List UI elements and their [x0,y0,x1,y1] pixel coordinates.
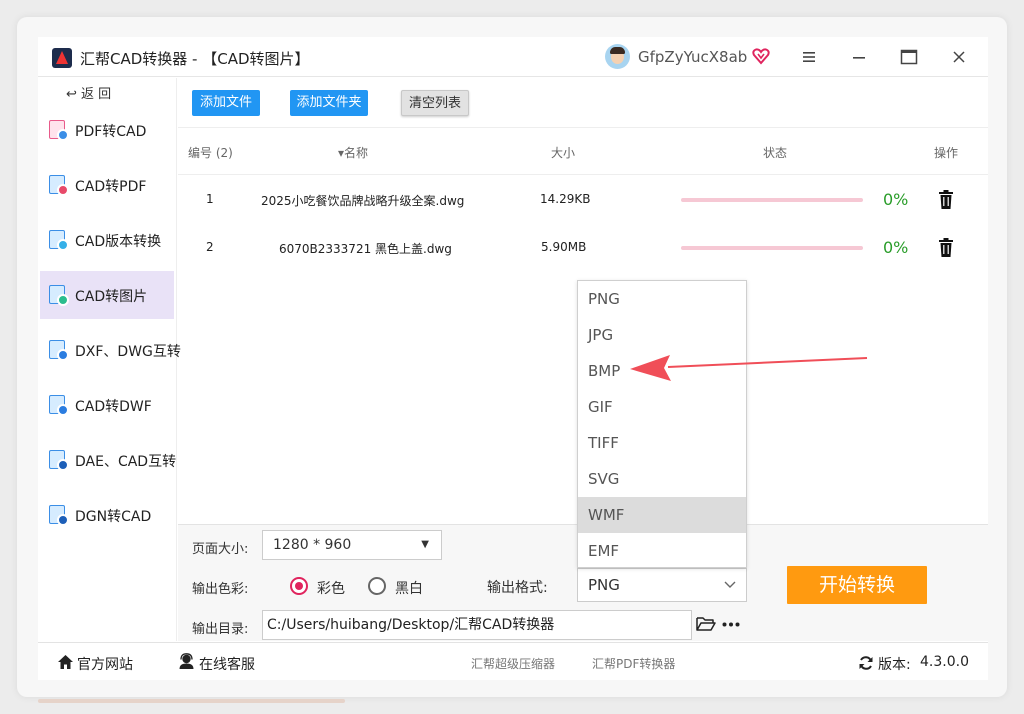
super-compressor-link[interactable]: 汇帮超级压缩器 [471,655,555,672]
taskbar-strip [38,699,345,703]
output-dir-input[interactable]: C:/Users/huibang/Desktop/汇帮CAD转换器 [262,610,692,640]
delete-icon[interactable] [938,190,954,209]
format-option-png[interactable]: PNG [578,281,746,317]
minimize-icon[interactable] [846,45,872,69]
sidebar-item-label: DXF、DWG互转 [75,344,181,360]
app-window: 汇帮CAD转换器 - 【CAD转图片】 GfpZyYucX8ab ↩ 返 回 P… [38,37,988,680]
maximize-icon[interactable] [896,45,922,69]
color-radio-bw[interactable] [368,577,386,595]
caret-down-icon: ▼ [421,539,429,550]
column-size[interactable]: 大小 [551,144,575,161]
add-folder-button[interactable]: 添加文件夹 [290,90,368,116]
table-header: 编号 (2) ▾名称 大小 状态 操作 [178,127,988,175]
app-logo-icon [52,48,72,68]
sidebar-item-label: CAD版本转换 [75,234,162,250]
format-dropdown-list: PNG JPG BMP GIF TIFF SVG WMF EMF [577,280,747,568]
vip-heart-icon[interactable] [752,47,770,65]
delete-icon[interactable] [938,238,954,257]
sidebar-item-label: DGN转CAD [75,509,152,525]
bw-option-label: 黑白 [395,581,423,597]
format-value: PNG [588,576,620,594]
pdf-to-cad-icon [49,120,69,141]
sidebar-item-label: CAD转图片 [75,289,148,305]
sidebar-item-label: DAE、CAD互转 [75,454,177,470]
sidebar-item-cad-to-pdf[interactable]: CAD转PDF [40,161,174,209]
user-avatar[interactable] [605,44,630,69]
row-size: 5.90MB [541,240,587,254]
color-radio-color[interactable] [290,577,308,595]
cad-to-dwf-icon [49,395,69,416]
format-option-emf[interactable]: EMF [578,533,746,569]
row-filename: 2025小吃餐饮品牌战略升级全案.dwg [261,194,465,208]
page-size-label: 页面大小: [192,542,249,557]
table-row[interactable]: 2 6070B2333721 黑色上盖.dwg 5.90MB 0% [178,224,988,272]
dae-cad-icon [49,450,69,471]
row-size: 14.29KB [540,192,591,206]
table-row[interactable]: 1 2025小吃餐饮品牌战略升级全案.dwg 14.29KB 0% [178,176,988,224]
page-size-select[interactable]: 1280 * 960 ▼ [262,530,442,560]
username[interactable]: GfpZyYucX8ab [638,48,747,66]
more-icon[interactable] [722,622,740,627]
back-button[interactable]: ↩ 返 回 [66,83,111,102]
cad-to-image-icon [49,285,69,306]
pdf-converter-link[interactable]: 汇帮PDF转换器 [592,655,675,672]
column-name[interactable]: ▾名称 [338,144,368,161]
annotation-arrow [630,355,868,381]
format-option-svg[interactable]: SVG [578,461,746,497]
column-status: 状态 [763,146,788,160]
color-option-label: 彩色 [317,581,345,597]
window-title: 汇帮CAD转换器 - 【CAD转图片】 [80,50,310,68]
refresh-icon[interactable] [858,655,874,671]
format-option-gif[interactable]: GIF [578,389,746,425]
row-number: 1 [206,192,214,206]
format-option-tiff[interactable]: TIFF [578,425,746,461]
official-website-link[interactable]: 官方网站 [77,654,133,674]
home-icon [58,655,73,669]
customer-service-icon [179,653,194,669]
color-label: 输出色彩: [192,582,249,597]
add-file-button[interactable]: 添加文件 [192,90,260,116]
output-dir-label: 输出目录: [192,622,249,637]
dgn-to-cad-icon [49,505,69,526]
footer: 官方网站 在线客服 汇帮超级压缩器 汇帮PDF转换器 版本: 4.3.0.0 [38,642,988,680]
format-label: 输出格式: [487,580,548,596]
progress-percent: 0% [883,238,909,257]
format-select[interactable]: PNG [577,568,747,602]
progress-bar [681,246,863,250]
chevron-down-icon [724,581,736,588]
page-size-value: 1280 * 960 [273,537,352,553]
sidebar: ↩ 返 回 PDF转CAD CAD转PDF CAD版本转换 CAD转图片 DXF… [38,78,181,641]
sidebar-item-label: CAD转PDF [75,179,147,195]
clear-list-button[interactable]: 清空列表 [401,90,469,116]
cad-to-pdf-icon [49,175,69,196]
progress-bar [681,198,863,202]
menu-icon[interactable] [796,45,822,69]
close-icon[interactable] [946,45,972,69]
dxf-dwg-icon [49,340,69,361]
sidebar-item-cad-to-image[interactable]: CAD转图片 [40,271,174,319]
sidebar-item-pdf-to-cad[interactable]: PDF转CAD [40,106,174,154]
format-option-wmf[interactable]: WMF [578,497,746,533]
title-bar: 汇帮CAD转换器 - 【CAD转图片】 GfpZyYucX8ab [38,37,988,77]
column-number[interactable]: 编号 (2) [188,144,233,161]
cad-version-icon [49,230,69,251]
row-number: 2 [206,240,214,254]
sidebar-item-dae-cad[interactable]: DAE、CAD互转 [40,436,177,484]
online-service-link[interactable]: 在线客服 [199,654,255,674]
column-action: 操作 [934,146,959,160]
sidebar-item-dgn-to-cad[interactable]: DGN转CAD [40,491,174,539]
start-convert-button[interactable]: 开始转换 [787,566,927,604]
version-value: 4.3.0.0 [920,654,969,670]
version-label: 版本: [878,657,911,673]
sidebar-item-dxf-dwg[interactable]: DXF、DWG互转 [40,326,181,374]
sidebar-item-label: PDF转CAD [75,124,147,140]
sidebar-item-cad-to-dwf[interactable]: CAD转DWF [40,381,174,429]
folder-icon[interactable] [696,615,716,632]
sidebar-item-cad-version[interactable]: CAD版本转换 [40,216,174,264]
progress-percent: 0% [883,190,909,209]
row-filename: 6070B2333721 黑色上盖.dwg [279,242,452,256]
sidebar-item-label: CAD转DWF [75,399,152,415]
